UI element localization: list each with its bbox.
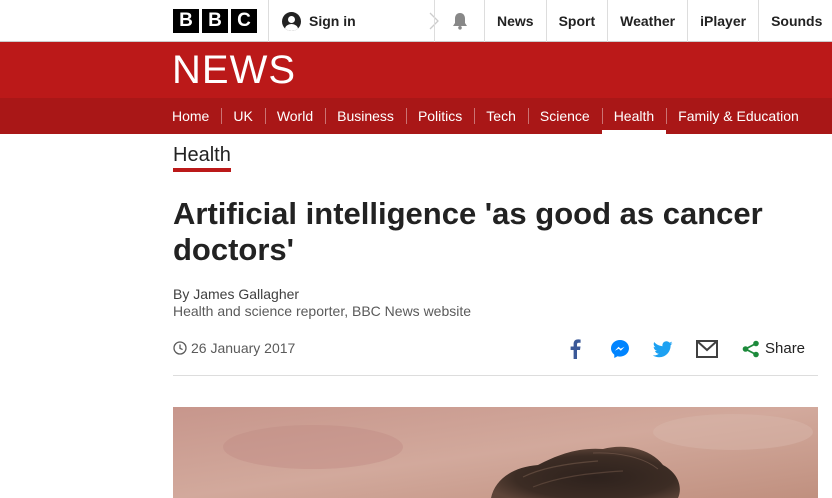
nav-sounds[interactable]: Sounds: [758, 0, 832, 42]
nav-sport[interactable]: Sport: [545, 0, 608, 42]
bbc-logo[interactable]: B B C: [173, 9, 257, 33]
nav-iplayer[interactable]: iPlayer: [687, 0, 758, 42]
facebook-icon: [570, 339, 581, 359]
section-tech[interactable]: Tech: [474, 98, 528, 134]
section-home[interactable]: Home: [160, 98, 221, 134]
nav-news[interactable]: News: [484, 0, 546, 42]
share-label[interactable]: Share: [765, 340, 805, 357]
global-nav: News Sport Weather iPlayer Sounds: [484, 0, 832, 42]
clock-icon: [173, 341, 187, 355]
news-masthead: NEWS: [0, 42, 832, 98]
share-button[interactable]: [738, 336, 764, 362]
byline-author: By James Gallagher: [173, 286, 300, 302]
article-headline: Artificial intelligence 'as good as canc…: [173, 196, 763, 267]
date-text: 26 January 2017: [191, 340, 296, 356]
messenger-icon: [611, 340, 629, 358]
article-section-link[interactable]: Health: [173, 144, 231, 172]
logo-letter-c: C: [231, 9, 257, 33]
share-icon: [742, 340, 759, 358]
logo-letter-b1: B: [173, 9, 199, 33]
messenger-share-button[interactable]: [607, 336, 633, 362]
sign-in-button[interactable]: Sign in: [268, 0, 434, 42]
section-health[interactable]: Health: [601, 98, 667, 134]
nav-weather[interactable]: Weather: [607, 0, 687, 42]
article-date: 26 January 2017: [173, 340, 295, 356]
facebook-share-button[interactable]: [562, 336, 588, 362]
twitter-icon: [653, 340, 673, 357]
notifications-button[interactable]: [434, 0, 484, 42]
account-icon: [282, 11, 301, 31]
section-world[interactable]: World: [264, 98, 325, 134]
article-hero-image: [173, 407, 818, 498]
sign-in-label: Sign in: [309, 13, 356, 29]
bell-icon: [452, 13, 467, 30]
twitter-share-button[interactable]: [650, 336, 676, 362]
news-section-nav: Home UK World Business Politics Tech Sci…: [0, 98, 832, 134]
byline-role: Health and science reporter, BBC News we…: [173, 303, 472, 319]
email-share-button[interactable]: [694, 336, 720, 362]
news-brand[interactable]: NEWS: [172, 50, 296, 90]
section-politics[interactable]: Politics: [405, 98, 474, 134]
section-family-education[interactable]: Family & Education: [666, 98, 811, 134]
article-divider: [173, 375, 818, 376]
section-business[interactable]: Business: [325, 98, 406, 134]
bbc-global-bar: B B C Sign in News Sport Weather iPlayer…: [0, 0, 832, 42]
section-uk[interactable]: UK: [221, 98, 264, 134]
logo-letter-b2: B: [202, 9, 228, 33]
email-icon: [696, 340, 718, 358]
section-science[interactable]: Science: [527, 98, 602, 134]
skin-lesion-image: [173, 407, 818, 498]
